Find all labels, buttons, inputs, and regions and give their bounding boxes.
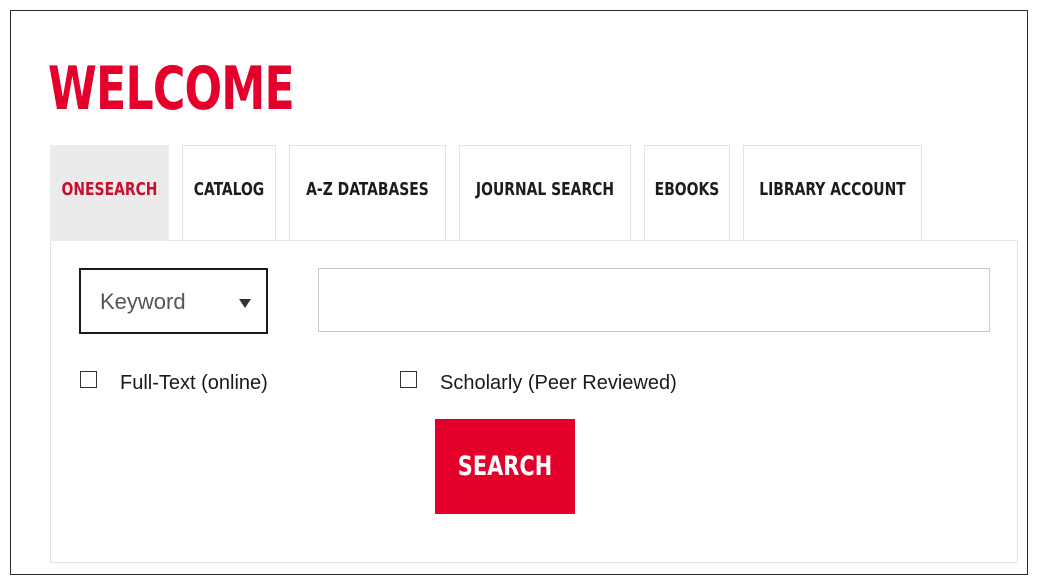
scholarly-label: Scholarly (Peer Reviewed) xyxy=(440,372,677,394)
tab-label: A-Z DATABASES xyxy=(306,179,429,200)
search-button[interactable]: SEARCH xyxy=(435,419,575,514)
tab-a-z-databases[interactable]: A-Z DATABASES xyxy=(289,145,446,241)
caret-down-icon xyxy=(239,299,251,308)
tab-catalog[interactable]: CATALOG xyxy=(182,145,276,241)
scholarly-checkbox[interactable] xyxy=(400,371,417,388)
search-input[interactable] xyxy=(318,268,990,332)
full-text-label: Full-Text (online) xyxy=(120,372,268,394)
tab-label: EBOOKS xyxy=(654,179,720,200)
tab-label: LIBRARY ACCOUNT xyxy=(759,179,906,200)
tab-library-account[interactable]: LIBRARY ACCOUNT xyxy=(743,145,922,241)
search-field-select[interactable]: Keyword xyxy=(79,268,268,334)
tab-label: ONESEARCH xyxy=(61,179,158,200)
select-value: Keyword xyxy=(100,289,186,314)
search-button-label: SEARCH xyxy=(457,451,553,482)
tab-journal-search[interactable]: JOURNAL SEARCH xyxy=(459,145,631,241)
tab-label: JOURNAL SEARCH xyxy=(475,179,615,200)
tab-ebooks[interactable]: EBOOKS xyxy=(644,145,730,241)
tab-onesearch[interactable]: ONESEARCH xyxy=(50,145,169,241)
page-title: WELCOME xyxy=(48,54,295,124)
full-text-checkbox[interactable] xyxy=(80,371,97,388)
tab-label: CATALOG xyxy=(193,179,265,200)
